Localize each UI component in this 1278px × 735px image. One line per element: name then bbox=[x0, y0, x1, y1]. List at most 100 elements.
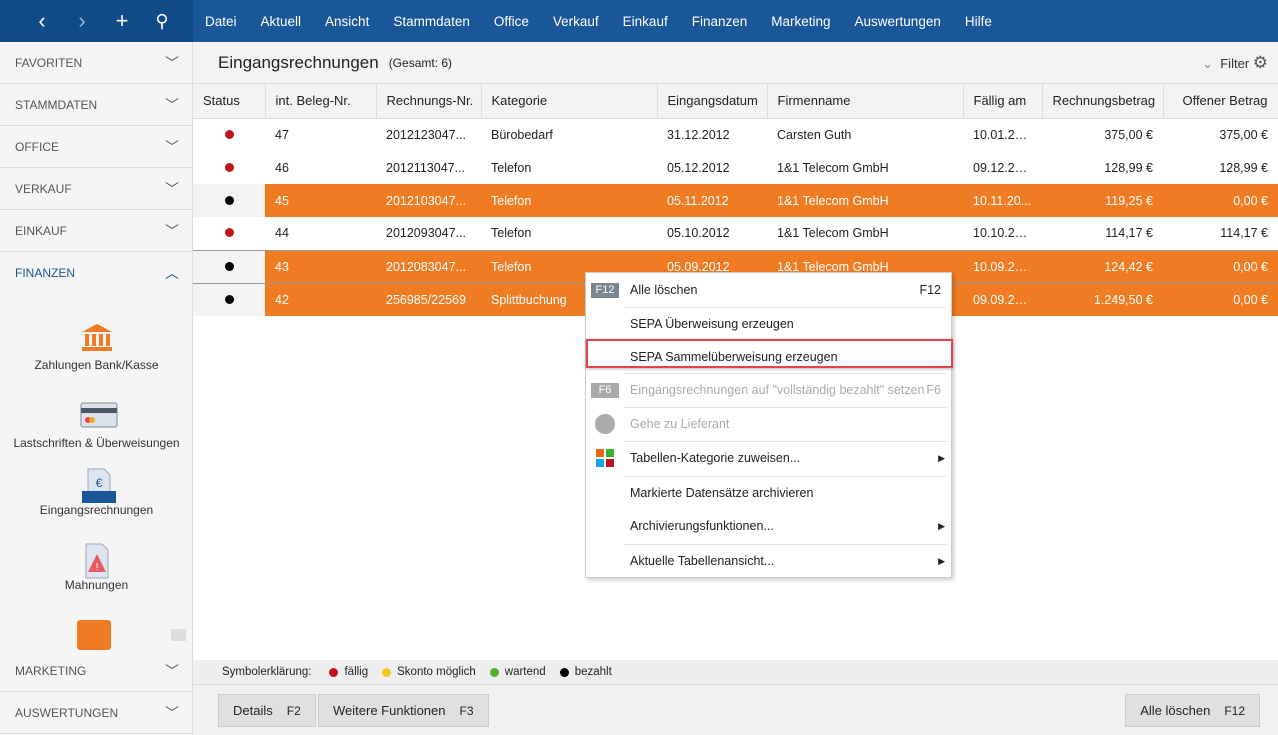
add-icon[interactable]: + bbox=[102, 8, 142, 34]
legend-dot-icon bbox=[489, 667, 499, 677]
context-menu-item[interactable]: Archivierungsfunktionen... ▶ bbox=[586, 509, 951, 543]
submenu-arrow-icon: ▶ bbox=[938, 555, 945, 566]
svg-text:!: ! bbox=[95, 562, 98, 573]
cell: 128,99 € bbox=[1219, 160, 1268, 175]
chevron-down-icon: ﹀ bbox=[165, 54, 179, 71]
cell: 10.01.20... bbox=[973, 127, 1033, 142]
sidebar-section-office[interactable]: OFFICE ﹀ bbox=[0, 126, 193, 168]
cell: 43 bbox=[265, 249, 376, 284]
sidebar-section-marketing[interactable]: MARKETING ﹀ bbox=[0, 650, 193, 692]
table-row[interactable]: 47 2012123047... Bürobedarf 31.12.2012 Carst… bbox=[193, 118, 1278, 151]
menu-stammdaten[interactable]: Stammdaten bbox=[381, 14, 482, 29]
column-header[interactable]: Rechnungs-Nr. bbox=[376, 84, 482, 119]
column-header[interactable]: Offener Betrag bbox=[1163, 84, 1278, 119]
delete-all-button[interactable]: Alle löschen F12 bbox=[1125, 694, 1260, 727]
cell: 375,00 € bbox=[1219, 127, 1268, 142]
details-button[interactable]: Details F2 bbox=[218, 694, 316, 727]
cell: 09.09.20... bbox=[963, 283, 1042, 316]
cell: 1&1 Telecom GmbH bbox=[777, 160, 889, 175]
table-row[interactable]: 46 2012113047... Telefon 05.12.2012 1&1 Tele… bbox=[193, 151, 1278, 184]
cell: 2012123047... bbox=[386, 127, 466, 142]
sidebar-section-finanzen[interactable]: FINANZEN ︿ bbox=[0, 252, 193, 294]
delete-label: Alle löschen bbox=[1140, 703, 1211, 718]
category-grid-icon bbox=[596, 449, 614, 467]
menu-office[interactable]: Office bbox=[482, 14, 541, 29]
menu-hilfe[interactable]: Hilfe bbox=[953, 14, 1004, 29]
column-header[interactable]: Status bbox=[193, 84, 266, 119]
menu-aktuell[interactable]: Aktuell bbox=[249, 14, 314, 29]
more-functions-button[interactable]: Weitere Funktionen F3 bbox=[318, 694, 489, 727]
cell: 09.12.20... bbox=[973, 160, 1033, 175]
total-count: (Gesamt: 6) bbox=[388, 55, 453, 70]
cell: 10.11.20... bbox=[963, 184, 1042, 217]
cell: 10.10.20... bbox=[973, 226, 1033, 241]
menu-item-label: Markierte Datensätze archivieren bbox=[630, 486, 814, 500]
cell: 128,99 € bbox=[1104, 160, 1153, 175]
chevron-down-icon: ﹀ bbox=[165, 222, 179, 239]
cell: 10.09.20... bbox=[963, 249, 1042, 284]
context-menu-item[interactable]: SEPA Überweisung erzeugen bbox=[586, 307, 951, 341]
chevron-down-icon: ﹀ bbox=[165, 138, 179, 155]
menu-auswertungen[interactable]: Auswertungen bbox=[843, 14, 953, 29]
sidebar-item-3[interactable]: ! Mahnungen bbox=[0, 542, 193, 592]
legend-dot-icon bbox=[559, 667, 569, 677]
context-menu-item[interactable]: Tabellen-Kategorie zuweisen... ▶ bbox=[586, 441, 951, 475]
column-header[interactable]: Rechnungsbetrag bbox=[1042, 84, 1164, 119]
cell: 119,25 € bbox=[1042, 184, 1163, 217]
cell: Telefon bbox=[491, 160, 532, 175]
cell: 1&1 Telecom GmbH bbox=[767, 184, 963, 217]
section-label: MARKETING bbox=[15, 663, 87, 678]
sidebar-section-einkauf[interactable]: EINKAUF ﹀ bbox=[0, 210, 193, 252]
card-icon bbox=[80, 400, 117, 430]
section-label: FAVORITEN bbox=[15, 55, 83, 70]
sidebar-item-2[interactable]: € Eingangsrechnungen bbox=[0, 467, 193, 517]
menu-finanzen[interactable]: Finanzen bbox=[680, 14, 760, 29]
context-menu-item[interactable]: Aktuelle Tabellenansicht... ▶ bbox=[586, 544, 951, 578]
context-menu-item[interactable]: F12 Alle löschen F12 bbox=[586, 273, 951, 307]
column-header[interactable]: Fällig am bbox=[963, 84, 1043, 119]
main-menu: Datei Aktuell Ansicht Stammdaten Office Verka… bbox=[193, 0, 1004, 42]
chevron-up-icon: ︿ bbox=[165, 265, 179, 281]
menu-marketing[interactable]: Marketing bbox=[759, 14, 842, 29]
back-icon[interactable]: ‹ bbox=[22, 8, 62, 34]
context-menu: F12 Alle löschen F12 SEPA Überweisung erzeu… bbox=[585, 272, 952, 578]
sidebar-item-label: Mahnungen bbox=[64, 578, 129, 592]
column-header[interactable]: Eingangsdatum bbox=[657, 84, 768, 119]
key-badge-icon: F6 bbox=[591, 382, 619, 398]
menu-verkauf[interactable]: Verkauf bbox=[541, 14, 611, 29]
cell: 114,17 € bbox=[1220, 226, 1268, 241]
svg-text:€: € bbox=[95, 476, 102, 490]
menu-ansicht[interactable]: Ansicht bbox=[313, 14, 381, 29]
column-header[interactable]: Firmenname bbox=[767, 84, 964, 119]
menu-datei[interactable]: Datei bbox=[193, 14, 249, 29]
details-key: F2 bbox=[286, 703, 301, 718]
scroll-icon bbox=[77, 620, 111, 650]
status-cell bbox=[193, 118, 265, 151]
nav-buttons: ‹ › + ⚲ bbox=[0, 0, 193, 42]
sidebar-item-1[interactable]: Lastschriften & Überweisungen bbox=[0, 400, 193, 450]
sidebar-section-verkauf[interactable]: VERKAUF ﹀ bbox=[0, 168, 193, 210]
sidebar-section-auswertungen[interactable]: AUSWERTUNGEN ﹀ bbox=[0, 692, 193, 734]
context-menu-item: Gehe zu Lieferant bbox=[586, 407, 951, 441]
sidebar-section-stammdaten[interactable]: STAMMDATEN ﹀ bbox=[0, 84, 193, 126]
invoice-icon: € bbox=[80, 467, 116, 503]
cell: 0,00 € bbox=[1163, 249, 1278, 284]
search-icon[interactable]: ⚲ bbox=[142, 11, 182, 32]
context-menu-item[interactable]: Markierte Datensätze archivieren bbox=[586, 476, 951, 510]
sidebar-item-0[interactable]: Zahlungen Bank/Kasse bbox=[0, 322, 193, 372]
menu-einkauf[interactable]: Einkauf bbox=[611, 14, 680, 29]
sidebar-section-favoriten[interactable]: FAVORITEN ﹀ bbox=[0, 42, 193, 84]
bank-icon bbox=[80, 322, 114, 352]
sidebar-item-label: Eingangsrechnungen bbox=[39, 503, 154, 517]
menu-item-label: Archivierungsfunktionen... bbox=[630, 519, 774, 533]
filter-button[interactable]: ⌄ Filter ⚙ bbox=[1202, 53, 1268, 73]
scroll-down-button[interactable] bbox=[171, 629, 186, 641]
gear-icon[interactable]: ⚙ bbox=[1253, 53, 1268, 72]
table-row[interactable]: 45 2012103047... Telefon 05.11.2012 1&1 Tele… bbox=[193, 184, 1278, 217]
forward-icon[interactable]: › bbox=[62, 8, 102, 34]
table-row[interactable]: 44 2012093047... Telefon 05.10.2012 1&1 Tele… bbox=[193, 217, 1278, 250]
column-header[interactable]: Kategorie bbox=[481, 84, 658, 119]
column-header[interactable]: int. Beleg-Nr. bbox=[265, 84, 377, 119]
cell: Carsten Guth bbox=[777, 127, 852, 142]
highlight-box bbox=[586, 339, 953, 368]
